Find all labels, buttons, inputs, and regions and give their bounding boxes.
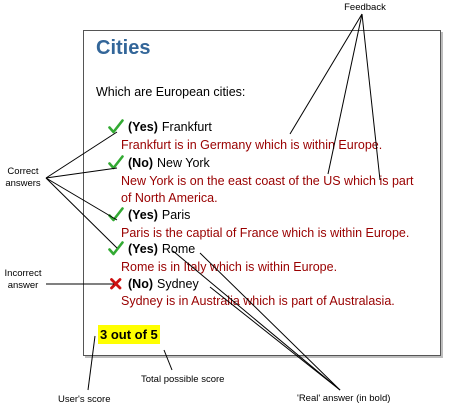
answer-city: Sydney <box>157 277 199 291</box>
check-icon <box>108 119 126 135</box>
check-icon <box>108 241 126 257</box>
check-icon <box>108 155 126 171</box>
answer-sydney: (No) Sydney <box>108 276 199 292</box>
callout-incorrect-line1: Incorrect <box>4 268 42 279</box>
callout-incorrect-line2: answer <box>7 280 39 291</box>
callout-correct-line2: answers <box>5 178 41 189</box>
answer-city: New York <box>157 156 210 170</box>
check-icon <box>108 207 126 223</box>
real-answer-label: (Yes) <box>128 208 158 222</box>
callout-total-possible-score: Total possible score <box>141 374 225 385</box>
cross-icon <box>108 276 126 292</box>
answer-city: Paris <box>161 208 191 222</box>
feedback-frankfurt: Frankfurt is in Germany which is within … <box>121 138 383 152</box>
callout-feedback: Feedback <box>344 2 386 13</box>
quiz-question: Which are European cities: <box>96 85 246 99</box>
feedback-new-york: New York is on the east coast of the US … <box>121 174 414 205</box>
callout-correct-line1: Correct <box>7 166 39 177</box>
feedback-sydney: Sydney is in Australia which is part of … <box>121 294 395 308</box>
callout-correct-answers: Correct answers <box>0 166 46 190</box>
answer-rome: (Yes) Rome <box>108 241 195 257</box>
real-answer-label: (No) <box>128 277 153 291</box>
quiz-panel: Cities Which are European cities: (Yes) … <box>83 30 441 356</box>
answer-paris: (Yes) Paris <box>108 207 190 223</box>
real-answer-label: (Yes) <box>128 242 158 256</box>
score-badge: 3 out of 5 <box>98 325 160 344</box>
answer-city: Rome <box>161 242 196 256</box>
callout-real-answer: 'Real' answer (in bold) <box>297 393 391 404</box>
answer-new-york: (No) New York <box>108 155 210 171</box>
callout-incorrect-answer: Incorrect answer <box>0 268 46 292</box>
real-answer-label: (No) <box>128 156 153 170</box>
callout-users-score: User's score <box>58 394 111 405</box>
feedback-paris: Paris is the captial of France which is … <box>121 226 410 240</box>
quiz-title: Cities <box>96 37 151 59</box>
feedback-rome: Rome is in Italy which is within Europe. <box>121 260 338 274</box>
answer-frankfurt: (Yes) Frankfurt <box>108 119 212 135</box>
answer-city: Frankfurt <box>161 120 212 134</box>
real-answer-label: (Yes) <box>128 120 158 134</box>
